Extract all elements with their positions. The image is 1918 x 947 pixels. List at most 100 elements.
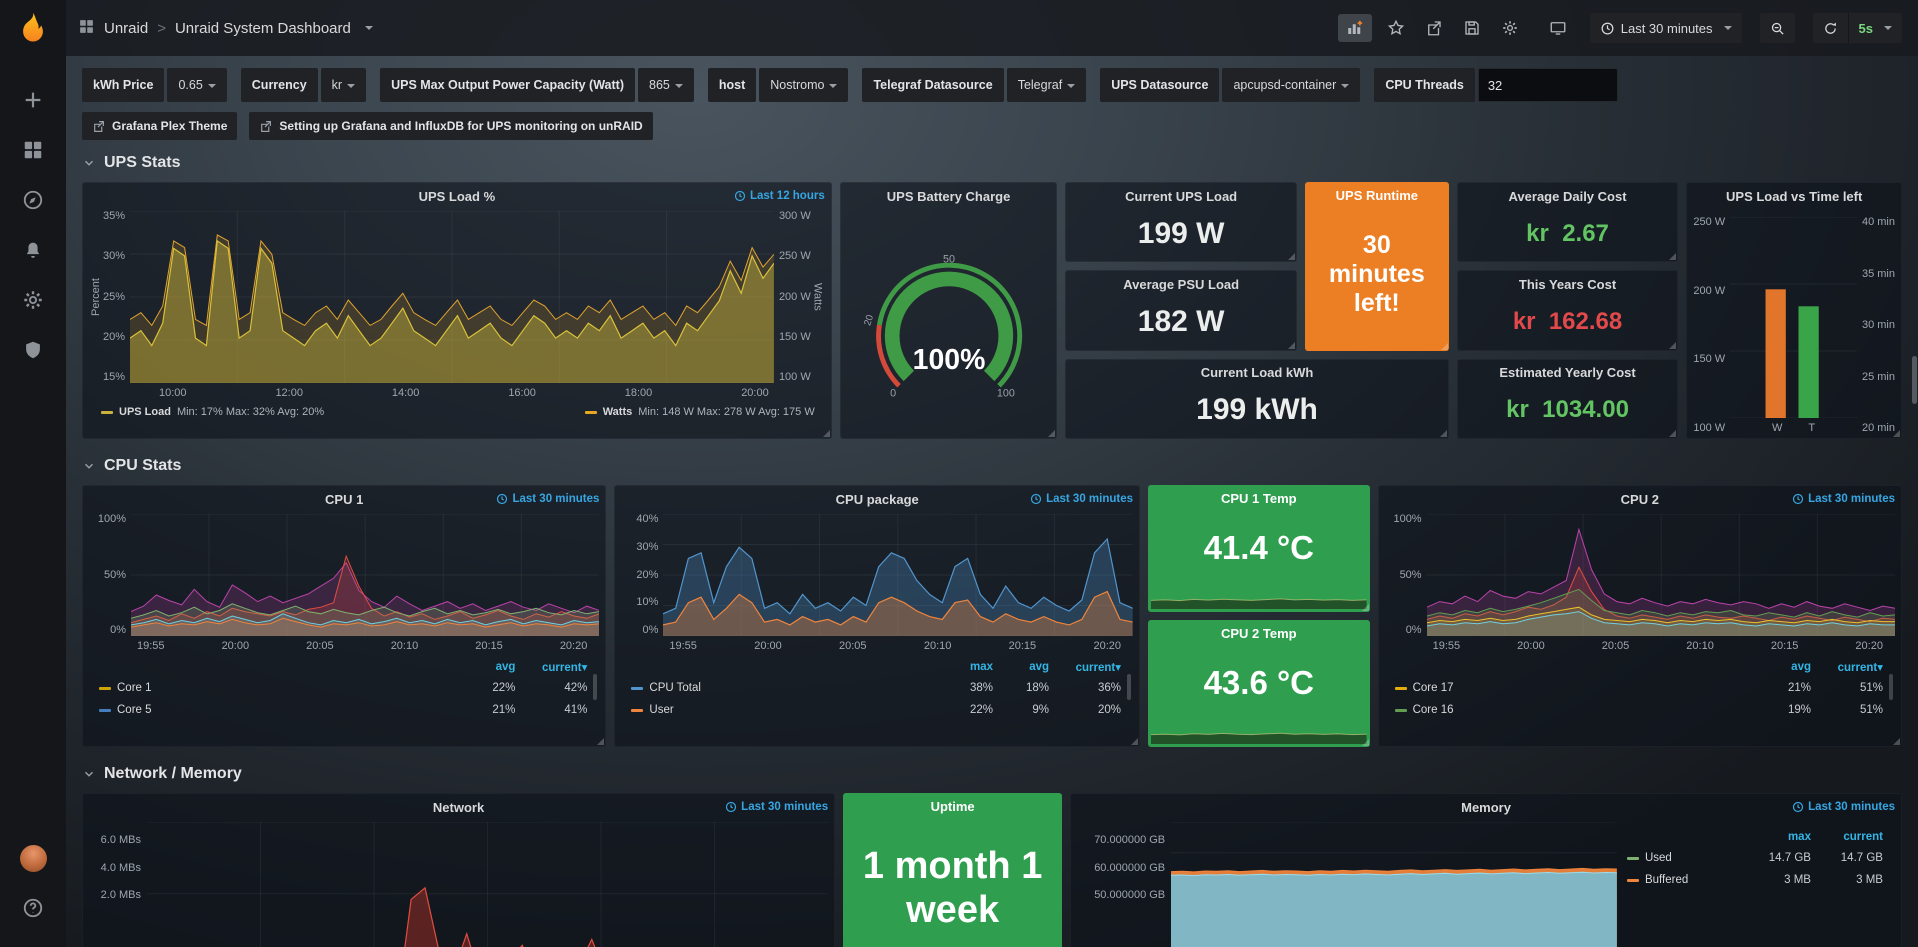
panel-title[interactable]: Average PSU Load [1123, 277, 1239, 292]
cpu-threads-input[interactable] [1478, 68, 1618, 102]
server-admin-shield-icon[interactable] [13, 325, 53, 375]
share-button[interactable] [1420, 14, 1448, 42]
panel-title[interactable]: Estimated Yearly Cost [1499, 365, 1635, 380]
legend-row[interactable]: Core 1 22%42% [99, 677, 587, 699]
cpu-package-chart-canvas[interactable] [663, 514, 1133, 636]
cpu-2-chart-canvas[interactable] [1427, 514, 1895, 636]
panel-title[interactable]: Average Daily Cost [1509, 189, 1627, 204]
legend-col[interactable]: current [1811, 831, 1883, 843]
page-scrollbar[interactable] [1912, 356, 1917, 404]
legend-row[interactable]: User 22%9%20% [631, 699, 1121, 721]
panel-time-range[interactable]: Last 30 minutes [1030, 486, 1133, 512]
legend-col[interactable]: max [1749, 831, 1811, 843]
dashboard-settings-gear-icon[interactable] [1496, 14, 1524, 42]
legend-row[interactable]: CPU Total 38%18%36% [631, 677, 1121, 699]
axis-tick: 70.000000 GB [1077, 834, 1165, 862]
section-header-cpu-stats[interactable]: CPU Stats [82, 447, 1902, 485]
legend-col[interactable]: max [937, 661, 993, 673]
ups-stats-row: UPS Load % Last 12 hours Percent 35%30%2… [82, 182, 1902, 439]
legend-col[interactable]: current▾ [1811, 660, 1883, 674]
legend-row[interactable]: Used 14.7 GB14.7 GB [1627, 847, 1883, 869]
refresh-interval-picker[interactable]: 5s [1848, 13, 1902, 43]
panel-title[interactable]: Uptime [931, 799, 975, 814]
star-button[interactable] [1382, 14, 1410, 42]
dashboard-link[interactable]: Grafana Plex Theme [82, 112, 237, 140]
create-icon[interactable] [13, 75, 53, 125]
alerting-icon[interactable] [13, 225, 53, 275]
panel-title[interactable]: Current UPS Load [1125, 189, 1237, 204]
cpu-temp-column: CPU 1 Temp 41.4 °C CPU 2 Temp 43.6 °C [1148, 485, 1370, 747]
panel-title[interactable]: This Years Cost [1519, 277, 1616, 292]
network-chart-canvas[interactable] [147, 822, 828, 947]
panel-title[interactable]: CPU 1 Temp [1221, 491, 1297, 506]
legend-scrollbar[interactable] [593, 674, 597, 700]
panel-title[interactable]: UPS Battery Charge [887, 189, 1011, 204]
cycle-view-monitor-icon[interactable] [1544, 14, 1572, 42]
variable-value-dropdown[interactable]: 0.65 [167, 68, 226, 102]
variable-value-dropdown[interactable]: kr [321, 68, 366, 102]
time-range-caret-icon [1724, 26, 1732, 30]
panel-title[interactable]: CPU 1 [325, 492, 363, 507]
grafana-logo-icon[interactable] [15, 10, 51, 51]
variable-label: Telegraf Datasource [862, 68, 1003, 102]
help-icon[interactable] [13, 883, 53, 933]
legend-col[interactable]: avg [1749, 661, 1811, 673]
variable-value-dropdown[interactable]: apcupsd-container [1222, 68, 1360, 102]
panel-time-range[interactable]: Last 30 minutes [1792, 486, 1895, 512]
legend-row[interactable]: Core 17 21%51% [1395, 677, 1883, 699]
panel-time-range[interactable]: Last 30 minutes [725, 794, 828, 820]
panel-header[interactable]: UPS Load % Last 12 hours [83, 183, 831, 209]
panel-title[interactable]: UPS Load vs Time left [1726, 189, 1862, 204]
ups-load-chart-canvas[interactable] [130, 211, 774, 383]
explore-icon[interactable] [13, 175, 53, 225]
axis-tick: 20:20 [560, 640, 588, 652]
legend-row[interactable]: Buffered 3 MB3 MB [1627, 869, 1883, 891]
configuration-gear-icon[interactable] [13, 275, 53, 325]
dashboard-title[interactable]: Unraid System Dashboard [175, 20, 351, 37]
panel-title[interactable]: CPU package [836, 492, 919, 507]
panel-header[interactable]: UPS Battery Charge [841, 183, 1057, 209]
panel-time-range[interactable]: Last 30 minutes [1792, 794, 1895, 820]
section-header-network-memory[interactable]: Network / Memory [82, 755, 1902, 793]
add-panel-button[interactable] [1338, 14, 1372, 42]
panel-title[interactable]: Network [433, 800, 484, 815]
legend-item[interactable]: UPS Load Min: 17% Max: 32% Avg: 20% [101, 406, 324, 418]
user-avatar[interactable] [13, 833, 53, 883]
legend-row[interactable]: Core 16 19%51% [1395, 699, 1883, 721]
legend-row[interactable]: Core 5 21%41% [99, 699, 587, 721]
panel-time-range[interactable]: Last 30 minutes [496, 486, 599, 512]
legend-item[interactable]: Watts Min: 148 W Max: 278 W Avg: 175 W [585, 406, 815, 418]
panel-title[interactable]: Current Load kWh [1201, 365, 1314, 380]
dashboards-icon[interactable] [13, 125, 53, 175]
dashboard-title-caret-icon[interactable] [365, 26, 373, 30]
legend-scrollbar[interactable] [1889, 674, 1893, 700]
section-header-ups-stats[interactable]: UPS Stats [82, 144, 1902, 182]
panel-title[interactable]: UPS Runtime [1336, 188, 1418, 203]
variable-value-dropdown[interactable]: Nostromo [759, 68, 848, 102]
time-range-picker[interactable]: Last 30 minutes [1590, 13, 1742, 43]
cpu-1-chart-canvas[interactable] [131, 514, 599, 636]
panel-title[interactable]: Memory [1461, 800, 1511, 815]
zoom-out-button[interactable] [1760, 13, 1795, 43]
legend-col[interactable]: current▾ [1049, 660, 1121, 674]
memory-chart-canvas[interactable] [1171, 822, 1617, 947]
dashboard-link[interactable]: Setting up Grafana and InfluxDB for UPS … [249, 112, 652, 140]
variable-value-dropdown[interactable]: Telegraf [1007, 68, 1086, 102]
legend-scrollbar[interactable] [1127, 674, 1131, 700]
panel-time-range[interactable]: Last 12 hours [734, 183, 825, 209]
save-button[interactable] [1458, 14, 1486, 42]
legend-col[interactable]: current▾ [515, 660, 587, 674]
variable-value-dropdown[interactable]: 865 [638, 68, 694, 102]
navbar: Unraid > Unraid System Dashboard Last 30… [66, 0, 1918, 56]
refresh-button[interactable] [1813, 13, 1848, 43]
breadcrumb-root[interactable]: Unraid [104, 20, 148, 37]
panel-title[interactable]: CPU 2 Temp [1221, 626, 1297, 641]
chevron-down-icon [82, 156, 96, 170]
axis-tick: 20:05 [306, 640, 334, 652]
legend-col[interactable]: avg [993, 661, 1049, 673]
ups-bar-chart-canvas[interactable] [1730, 217, 1857, 418]
series-swatch [1395, 687, 1407, 690]
panel-title[interactable]: UPS Load % [419, 189, 496, 204]
legend-col[interactable]: avg [453, 661, 515, 673]
panel-title[interactable]: CPU 2 [1621, 492, 1659, 507]
